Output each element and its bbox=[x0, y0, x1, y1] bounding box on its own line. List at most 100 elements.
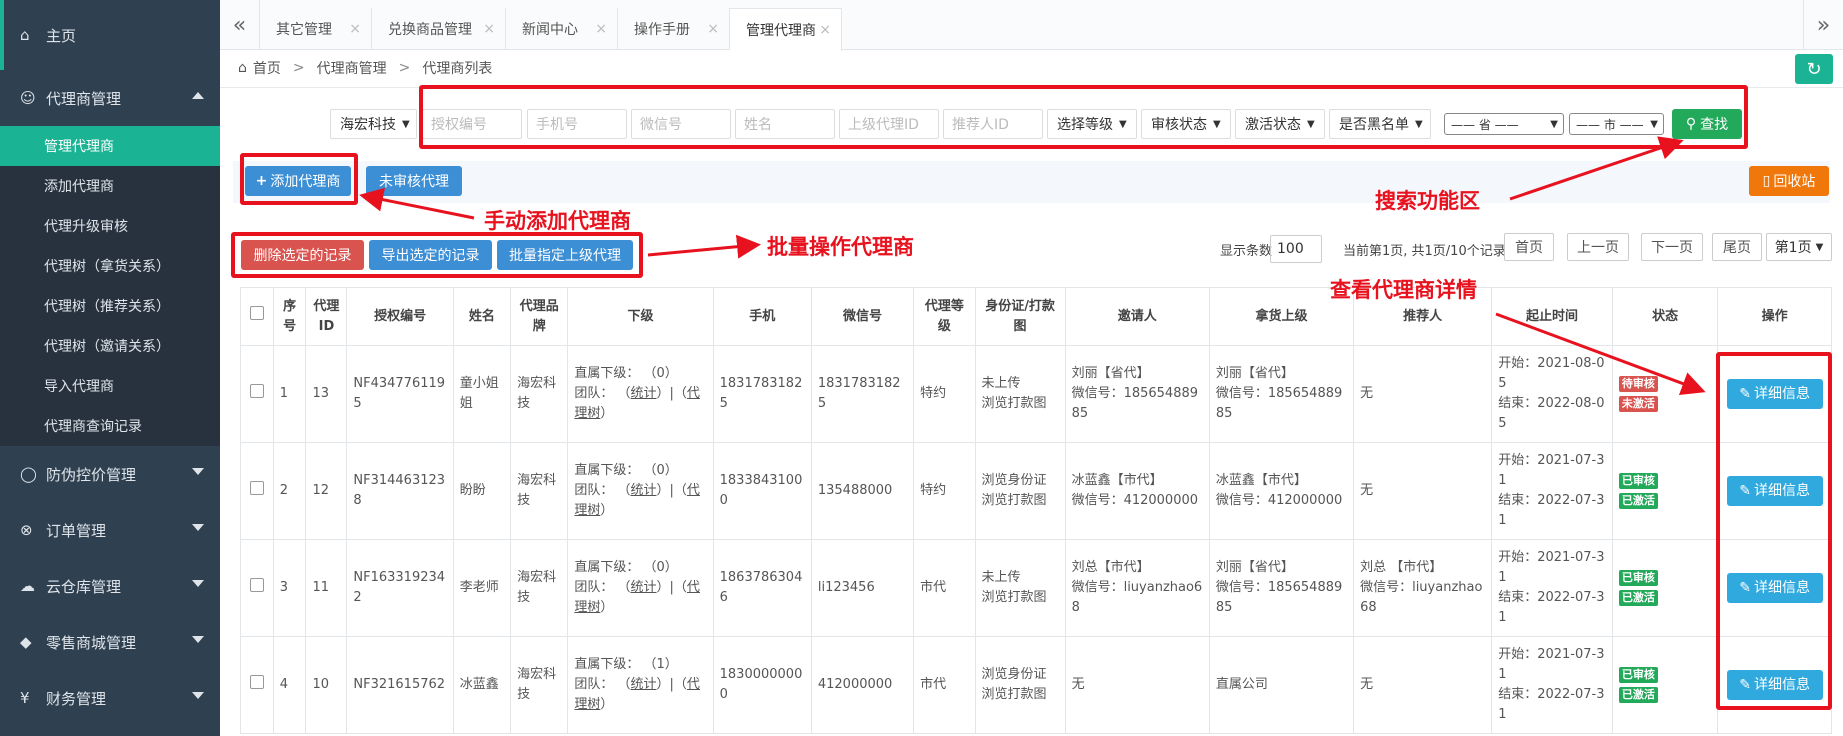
cell-period: 开始：2021-07-31 结束：2022-07-31 bbox=[1491, 636, 1613, 734]
arrow-to-batch-label bbox=[647, 234, 761, 259]
referrer-name: 无 bbox=[1360, 386, 1374, 401]
chevron-down-icon: ▼ bbox=[402, 118, 410, 130]
sidebar-item-add-agent[interactable]: 添加代理商 bbox=[0, 166, 220, 206]
review-status-badge: 已审核 bbox=[1618, 667, 1658, 683]
cell-brand: 海宏科技 bbox=[510, 442, 569, 540]
tab-news[interactable]: 新闻中心 × bbox=[506, 8, 618, 50]
cell-status: 已审核 已激活 bbox=[1611, 636, 1719, 734]
id-card-link[interactable]: 未上传 bbox=[982, 568, 1059, 588]
close-icon[interactable]: × bbox=[483, 21, 495, 37]
table-header-row: 序号 代理ID 授权编号 姓名 代理品牌 下级 手机 微信号 代理等级 身份证/… bbox=[240, 287, 1832, 346]
close-icon[interactable]: × bbox=[819, 22, 831, 38]
tab-manage-agents[interactable]: 管理代理商 × bbox=[730, 8, 842, 51]
cell-brand: 海宏科技 bbox=[510, 345, 569, 443]
column-header: 操作 bbox=[1717, 287, 1832, 346]
sidebar-item-tree-supply[interactable]: 代理树（拿货关系） bbox=[0, 246, 220, 286]
sidebar-group-agent-mgmt[interactable]: ☺ 代理商管理 bbox=[0, 70, 220, 126]
cube-icon: ◆ bbox=[20, 633, 32, 651]
page-jump-value: 第1页 bbox=[1774, 240, 1812, 256]
page-size-input[interactable]: 100 bbox=[1270, 235, 1322, 263]
close-icon[interactable]: × bbox=[595, 21, 607, 37]
search-area-highlight bbox=[419, 85, 1748, 149]
team-stat-link[interactable]: 统计 bbox=[631, 483, 657, 498]
id-card-link[interactable]: 浏览身份证 bbox=[982, 665, 1059, 685]
recycle-bin-button[interactable]: ▯ 回收站 bbox=[1749, 166, 1829, 196]
team-stat-link[interactable]: 统计 bbox=[631, 677, 657, 692]
direct-subs-line: 直属下级： （0） bbox=[574, 364, 706, 384]
sidebar-item-upgrade-review[interactable]: 代理升级审核 bbox=[0, 206, 220, 246]
cell-phone: 18300000000 bbox=[712, 636, 812, 734]
row-checkbox[interactable] bbox=[249, 480, 264, 495]
cell-upper-agent: 刘丽【省代】 微信号：18565488985 bbox=[1208, 345, 1355, 443]
team-stat-link[interactable]: 统计 bbox=[631, 386, 657, 401]
double-chevron-left-icon[interactable]: « bbox=[220, 0, 260, 50]
chevron-down-icon bbox=[192, 524, 204, 531]
referrer-name: 无 bbox=[1360, 483, 1374, 498]
page-jump-select[interactable]: 第1页 ▼ bbox=[1766, 233, 1832, 261]
sidebar-group-retail-mall[interactable]: ◆ 零售商城管理 bbox=[0, 614, 220, 670]
refresh-button[interactable]: ↻ bbox=[1795, 54, 1833, 84]
team-line: 团队： （统计）|（代理树） bbox=[574, 677, 700, 712]
payment-image-link[interactable]: 浏览打款图 bbox=[982, 685, 1059, 705]
tab-exchange-goods[interactable]: 兑换商品管理 × bbox=[372, 8, 506, 50]
sidebar-item-manage-agents[interactable]: 管理代理商 bbox=[0, 126, 220, 166]
sidebar-group-finance[interactable]: ¥ 财务管理 bbox=[0, 670, 220, 726]
cell-status: 已审核 已激活 bbox=[1611, 539, 1719, 637]
next-page-button[interactable]: 下一页 bbox=[1641, 233, 1703, 261]
unreviewed-agents-button[interactable]: 未审核代理 bbox=[366, 166, 462, 196]
chevron-down-icon bbox=[192, 580, 204, 587]
cell-auth-code: NF3144631238 bbox=[346, 442, 454, 540]
payment-image-link[interactable]: 浏览打款图 bbox=[982, 491, 1059, 511]
brand-select[interactable]: 海宏科技 ▼ bbox=[330, 109, 417, 139]
row-checkbox[interactable] bbox=[249, 383, 264, 398]
sidebar-item-tree-invite[interactable]: 代理树（邀请关系） bbox=[0, 326, 220, 366]
row-checkbox[interactable] bbox=[249, 577, 264, 592]
last-page-button[interactable]: 尾页 bbox=[1712, 233, 1762, 261]
team-stat-link[interactable]: 统计 bbox=[631, 580, 657, 595]
id-card-link[interactable]: 未上传 bbox=[982, 374, 1059, 394]
annotation-search-area: 搜索功能区 bbox=[1375, 189, 1480, 213]
sidebar-item-tree-referral[interactable]: 代理树（推荐关系） bbox=[0, 286, 220, 326]
close-icon[interactable]: × bbox=[349, 21, 361, 37]
payment-image-link[interactable]: 浏览打款图 bbox=[982, 394, 1059, 414]
column-header: 序号 bbox=[272, 287, 307, 346]
agent-table: 序号 代理ID 授权编号 姓名 代理品牌 下级 手机 微信号 代理等级 身份证/… bbox=[240, 287, 1832, 734]
sidebar-item-import-agents[interactable]: 导入代理商 bbox=[0, 366, 220, 406]
sidebar-group-anti-fake[interactable]: ◯ 防伪控价管理 bbox=[0, 446, 220, 502]
cell-seq: 2 bbox=[272, 442, 307, 540]
period-end: 结束：2022-07-31 bbox=[1498, 590, 1605, 625]
cell-period: 开始：2021-07-31 结束：2022-07-31 bbox=[1491, 539, 1613, 637]
inviter-wechat: 微信号：liuyanzhao68 bbox=[1071, 580, 1203, 615]
row-checkbox[interactable] bbox=[249, 674, 264, 689]
sidebar-group-cloud-warehouse[interactable]: ☁ 云仓库管理 bbox=[0, 558, 220, 614]
agent-table-body: 1 13 NF4347761195 童小姐姐 海宏科技 直属下级： （0） 团队： （统计）… bbox=[240, 345, 1832, 734]
upper-agent-wechat: 微信号：412000000 bbox=[1215, 493, 1343, 508]
breadcrumb-home[interactable]: 首页 bbox=[253, 58, 281, 78]
cell-referrer: 无 bbox=[1353, 636, 1493, 734]
close-icon[interactable]: × bbox=[707, 21, 719, 37]
tab-bar: « 其它管理 × 兑换商品管理 × 新闻中心 × 操作手册 × 管理代理商 × » bbox=[220, 0, 1843, 51]
cell-id-images: 未上传 浏览打款图 bbox=[974, 345, 1066, 443]
tab-other-mgmt[interactable]: 其它管理 × bbox=[260, 8, 372, 50]
cell-referrer: 无 bbox=[1353, 442, 1493, 540]
breadcrumb-agent-mgmt[interactable]: 代理商管理 bbox=[317, 58, 387, 78]
cell-level: 特约 bbox=[913, 442, 976, 540]
select-all-checkbox[interactable] bbox=[249, 306, 264, 320]
payment-image-link[interactable]: 浏览打款图 bbox=[982, 588, 1059, 608]
id-card-link[interactable]: 浏览身份证 bbox=[982, 471, 1059, 491]
sidebar-item-query-records[interactable]: 代理商查询记录 bbox=[0, 406, 220, 446]
cell-level: 市代 bbox=[913, 636, 976, 734]
sidebar-item-home[interactable]: ⌂ 主页 bbox=[0, 0, 220, 70]
tab-manual[interactable]: 操作手册 × bbox=[618, 8, 730, 50]
prev-page-button[interactable]: 上一页 bbox=[1567, 233, 1629, 261]
row-select-cell bbox=[240, 636, 274, 734]
cell-seq: 1 bbox=[272, 345, 307, 443]
review-status-badge: 已审核 bbox=[1618, 570, 1658, 586]
referrer-name: 刘总 【市代】 bbox=[1360, 560, 1443, 575]
double-chevron-right-icon[interactable]: » bbox=[1803, 0, 1843, 50]
team-label: 团队： bbox=[574, 677, 614, 692]
user-icon: ☺ bbox=[20, 89, 36, 107]
first-page-button[interactable]: 首页 bbox=[1504, 233, 1554, 261]
sidebar-group-orders[interactable]: ⊗ 订单管理 bbox=[0, 502, 220, 558]
column-header: 起止时间 bbox=[1491, 287, 1613, 346]
